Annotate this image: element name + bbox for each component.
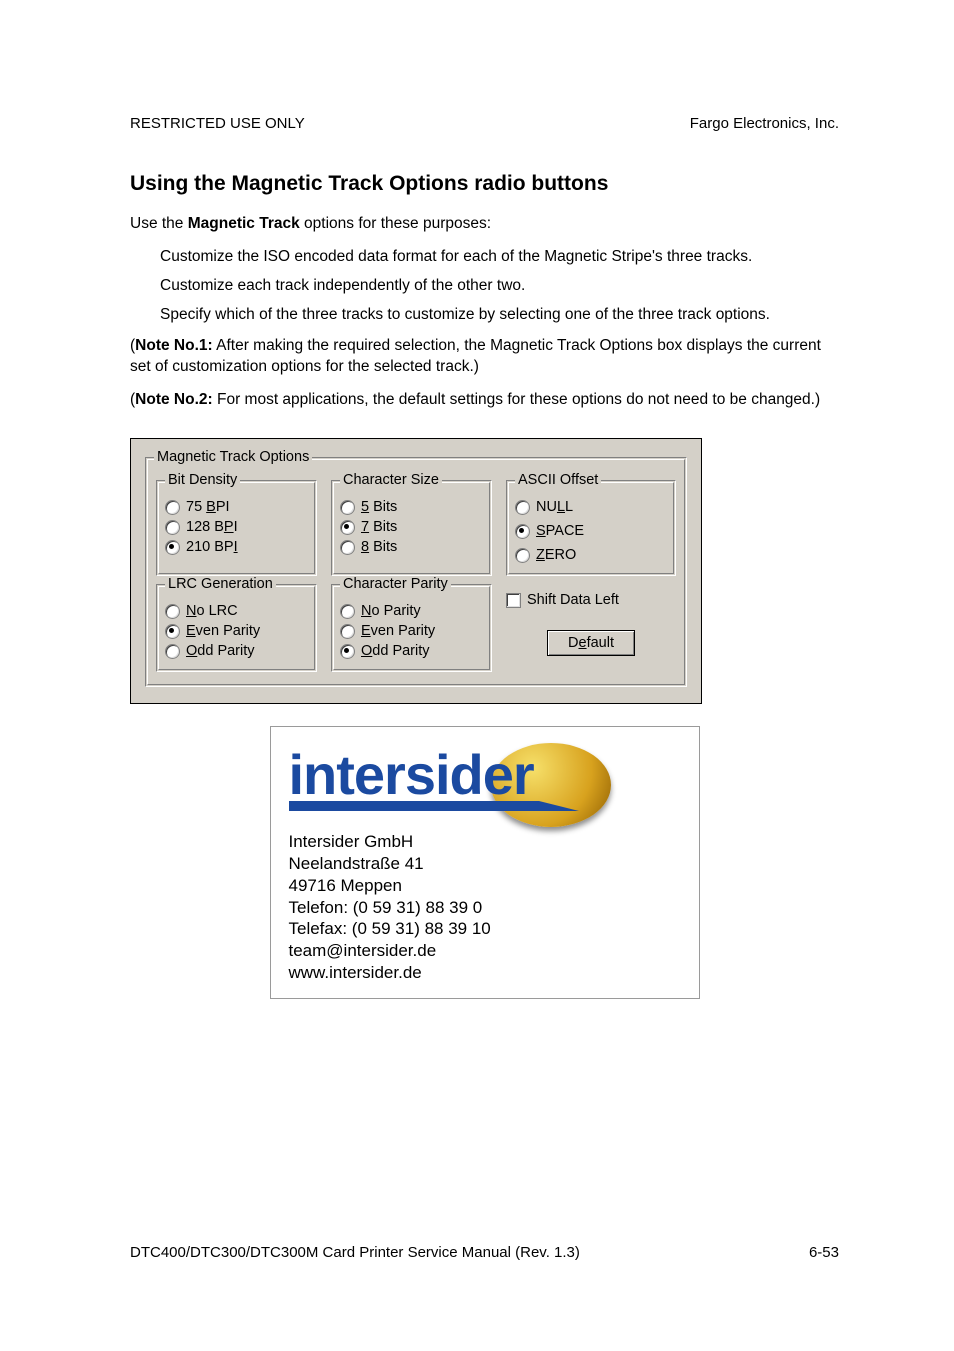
logo-wordmark: intersider [289, 747, 534, 803]
radio-label: No Parity [361, 603, 421, 619]
radio-no-parity[interactable]: No Parity [340, 603, 483, 619]
radio-icon [165, 644, 180, 659]
radio-5bits[interactable]: 5 Bits [340, 499, 483, 515]
page-footer: DTC400/DTC300/DTC300M Card Printer Servi… [130, 1244, 839, 1261]
group-legend: Bit Density [165, 472, 240, 488]
lrc-generation-group: LRC Generation No LRC Even Parity Odd Pa… [156, 584, 317, 672]
header-right: Fargo Electronics, Inc. [690, 115, 839, 132]
radio-label: ZERO [536, 547, 576, 563]
radio-label: 8 Bits [361, 539, 397, 555]
address-line: team@intersider.de [289, 940, 681, 962]
address-line: 49716 Meppen [289, 875, 681, 897]
options-row-1: Bit Density 75 BPI 128 BPI 210 BPI [156, 472, 676, 576]
radio-icon [340, 520, 355, 535]
radio-label: SPACE [536, 523, 584, 539]
radio-label: NULL [536, 499, 573, 515]
footer-left: DTC400/DTC300/DTC300M Card Printer Servi… [130, 1244, 580, 1261]
note1-label: Note No.1: [135, 337, 213, 354]
radio-no-lrc[interactable]: No LRC [165, 603, 308, 619]
group-legend: Magnetic Track Options [154, 449, 312, 465]
radio-icon [515, 500, 530, 515]
note1-body: After making the required selection, the… [130, 337, 821, 375]
ascii-offset-group: ASCII Offset NULL SPACE ZERO [506, 480, 676, 576]
bit-density-group: Bit Density 75 BPI 128 BPI 210 BPI [156, 480, 317, 576]
footer-right: 6-53 [809, 1244, 839, 1261]
intro-pre: Use the [130, 215, 188, 232]
radio-parity-odd[interactable]: Odd Parity [340, 643, 483, 659]
radio-parity-even[interactable]: Even Parity [340, 623, 483, 639]
address-line: www.intersider.de [289, 962, 681, 984]
radio-label: Odd Parity [361, 643, 430, 659]
note-2: (Note No.2: For most applications, the d… [130, 390, 839, 411]
radio-lrc-even[interactable]: Even Parity [165, 623, 308, 639]
intersider-address: Intersider GmbH Neelandstraße 41 49716 M… [289, 831, 681, 983]
radio-icon [340, 540, 355, 555]
radio-210bpi[interactable]: 210 BPI [165, 539, 308, 555]
page: RESTRICTED USE ONLY Fargo Electronics, I… [0, 0, 954, 1351]
bullet-item: Customize each track independently of th… [160, 276, 839, 297]
radio-label: Even Parity [186, 623, 260, 639]
logo-bar-icon [289, 801, 579, 811]
magnetic-track-options-panel: Magnetic Track Options Bit Density 75 BP… [130, 438, 702, 704]
note-1: (Note No.1: After making the required se… [130, 336, 839, 378]
radio-label: Odd Parity [186, 643, 255, 659]
intersider-logo: intersider [289, 739, 681, 825]
bullet-item: Specify which of the three tracks to cus… [160, 305, 839, 326]
radio-label: No LRC [186, 603, 238, 619]
radio-75bpi[interactable]: 75 BPI [165, 499, 308, 515]
bullet-item: Customize the ISO encoded data format fo… [160, 247, 839, 268]
header-left: RESTRICTED USE ONLY [130, 115, 305, 132]
options-row-2: LRC Generation No LRC Even Parity Odd Pa… [156, 576, 676, 672]
right-controls: Shift Data Left Default [506, 576, 676, 672]
intro-post: options for these purposes: [300, 215, 491, 232]
checkbox-icon [506, 593, 521, 608]
intro-paragraph: Use the Magnetic Track options for these… [130, 214, 839, 235]
magnetic-track-options-group: Magnetic Track Options Bit Density 75 BP… [145, 457, 687, 687]
radio-label: 210 BPI [186, 539, 238, 555]
section-heading: Using the Magnetic Track Options radio b… [130, 172, 839, 196]
radio-icon [340, 624, 355, 639]
address-line: Intersider GmbH [289, 831, 681, 853]
intro-bold: Magnetic Track [188, 215, 300, 232]
address-line: Neelandstraße 41 [289, 853, 681, 875]
radio-8bits[interactable]: 8 Bits [340, 539, 483, 555]
radio-icon [340, 604, 355, 619]
character-size-group: Character Size 5 Bits 7 Bits 8 Bits [331, 480, 492, 576]
radio-icon [340, 644, 355, 659]
radio-label: Even Parity [361, 623, 435, 639]
shift-data-left-checkbox[interactable]: Shift Data Left [506, 592, 676, 608]
radio-label: 128 BPI [186, 519, 238, 535]
intersider-contact-box: intersider Intersider GmbH Neelandstraße… [270, 726, 700, 998]
radio-zero[interactable]: ZERO [515, 547, 667, 563]
note2-body: For most applications, the default setti… [213, 391, 820, 408]
radio-label: 75 BPI [186, 499, 230, 515]
default-button[interactable]: Default [547, 630, 635, 656]
radio-icon [165, 520, 180, 535]
radio-128bpi[interactable]: 128 BPI [165, 519, 308, 535]
group-legend: Character Parity [340, 576, 451, 592]
radio-icon [165, 500, 180, 515]
radio-icon [340, 500, 355, 515]
group-legend: Character Size [340, 472, 442, 488]
radio-icon [515, 548, 530, 563]
character-parity-group: Character Parity No Parity Even Parity O… [331, 584, 492, 672]
radio-lrc-odd[interactable]: Odd Parity [165, 643, 308, 659]
radio-label: 7 Bits [361, 519, 397, 535]
group-legend: ASCII Offset [515, 472, 601, 488]
radio-null[interactable]: NULL [515, 499, 667, 515]
bullet-list: Customize the ISO encoded data format fo… [130, 247, 839, 326]
radio-space[interactable]: SPACE [515, 523, 667, 539]
radio-icon [165, 540, 180, 555]
page-header: RESTRICTED USE ONLY Fargo Electronics, I… [130, 115, 839, 132]
group-legend: LRC Generation [165, 576, 276, 592]
address-line: Telefon: (0 59 31) 88 39 0 [289, 897, 681, 919]
radio-icon [165, 604, 180, 619]
radio-7bits[interactable]: 7 Bits [340, 519, 483, 535]
note2-label: Note No.2: [135, 391, 213, 408]
radio-icon [165, 624, 180, 639]
checkbox-label: Shift Data Left [527, 592, 619, 608]
radio-icon [515, 524, 530, 539]
radio-label: 5 Bits [361, 499, 397, 515]
address-line: Telefax: (0 59 31) 88 39 10 [289, 918, 681, 940]
